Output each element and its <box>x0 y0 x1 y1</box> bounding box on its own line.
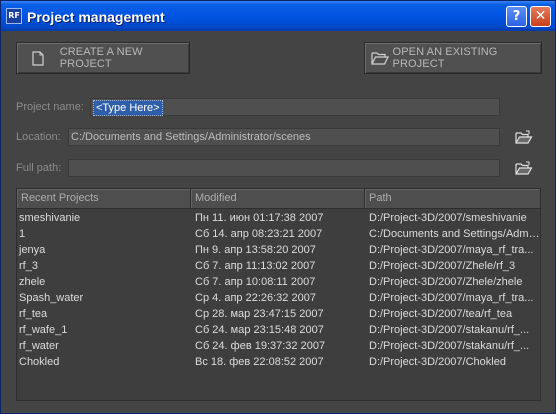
location-input[interactable]: C:/Documents and Settings/Administrator/… <box>68 128 500 146</box>
project-name-value: <Type Here> <box>93 100 163 116</box>
project-name-cell: rf_3 <box>19 260 38 272</box>
modified-cell: Ср 28. мар 23:47:15 2007 <box>195 308 324 320</box>
open-project-label: OPEN AN EXISTING PROJECT <box>392 46 498 70</box>
modified-cell: Сб 7. апр 10:08:11 2007 <box>195 276 316 288</box>
create-project-label: CREATE A NEW PROJECT <box>59 46 143 70</box>
table-body: smeshivanie Пн 11. июн 01:17:38 2007 D:/Pr… <box>17 210 540 370</box>
column-header-path[interactable]: Path <box>365 189 540 209</box>
close-button[interactable]: ✕ <box>530 6 551 27</box>
table-row[interactable]: rf_water Сб 24. фев 19:37:32 2007 D:/Proje… <box>17 338 540 354</box>
path-cell: D:/Project-3D/2007/smeshivanie <box>369 212 527 224</box>
full-path-input[interactable] <box>68 159 500 177</box>
open-project-button[interactable]: OPEN AN EXISTING PROJECT <box>364 42 542 74</box>
modified-cell: Сб 24. мар 23:15:48 2007 <box>195 324 324 336</box>
modified-cell: Пн 11. июн 01:17:38 2007 <box>195 212 324 224</box>
modified-cell: Ср 4. апр 22:26:32 2007 <box>195 292 316 304</box>
project-name-input[interactable]: <Type Here> <box>90 98 500 116</box>
project-name-cell: rf_wafe_1 <box>19 324 68 336</box>
column-header-modified[interactable]: Modified <box>191 189 365 209</box>
modified-cell: Сб 14. апр 08:23:21 2007 <box>195 228 323 240</box>
path-cell: C:/Documents and Settings/Admi... <box>369 228 540 240</box>
app-icon: RF <box>6 8 22 24</box>
column-header-recent-projects[interactable]: Recent Projects <box>17 189 191 209</box>
table-row[interactable]: smeshivanie Пн 11. июн 01:17:38 2007 D:/Pr… <box>17 210 540 226</box>
table-row[interactable]: 1 Сб 14. апр 08:23:21 2007 C:/Documents an… <box>17 226 540 242</box>
path-cell: D:/Project-3D/2007/Zhele/zhele <box>369 276 523 288</box>
path-cell: D:/Project-3D/2007/maya_rf_tra... <box>369 292 534 304</box>
path-cell: D:/Project-3D/2007/Zhele/rf_3 <box>369 260 516 272</box>
open-folder-icon <box>371 49 390 67</box>
path-cell: D:/Project-3D/2007/maya_rf_tra... <box>369 244 534 256</box>
path-cell: D:/Project-3D/2007/stakanu/rf_... <box>369 340 530 352</box>
location-label: Location: <box>16 131 61 143</box>
project-name-label: Project name: <box>16 101 84 113</box>
table-row[interactable]: rf_3 Сб 7. апр 11:13:02 2007 D:/Project-3D… <box>17 258 540 274</box>
title-bar[interactable]: RF Project management ? ✕ <box>1 1 555 31</box>
table-row[interactable]: Spash_water Ср 4. апр 22:26:32 2007 D:/Pro… <box>17 290 540 306</box>
modified-cell: Сб 24. фев 19:37:32 2007 <box>195 340 326 352</box>
modified-cell: Сб 7. апр 11:13:02 2007 <box>195 260 316 272</box>
table-row[interactable]: rf_wafe_1 Сб 24. мар 23:15:48 2007 D:/Proj… <box>17 322 540 338</box>
location-browse-button[interactable] <box>514 128 534 146</box>
table-header: Recent Projects Modified Path <box>17 189 540 209</box>
project-name-cell: zhele <box>19 276 46 288</box>
modified-cell: Пн 9. апр 13:58:20 2007 <box>195 244 316 256</box>
folder-browse-icon <box>515 130 533 144</box>
table-row[interactable]: jenya Пн 9. апр 13:58:20 2007 D:/Project-3… <box>17 242 540 258</box>
project-name-cell: smeshivanie <box>19 212 81 224</box>
project-name-cell: jenya <box>19 244 46 256</box>
new-document-icon <box>29 49 48 67</box>
project-name-cell: rf_water <box>19 340 59 352</box>
project-name-cell: Chokled <box>19 356 60 368</box>
full-path-label: Full path: <box>16 162 62 174</box>
path-cell: D:/Project-3D/2007/Chokled <box>369 356 506 368</box>
folder-browse-icon <box>515 161 533 175</box>
create-project-button[interactable]: CREATE A NEW PROJECT <box>16 42 190 74</box>
full-path-browse-button[interactable] <box>514 159 534 177</box>
help-button[interactable]: ? <box>506 6 527 27</box>
project-name-cell: Spash_water <box>19 292 84 304</box>
project-management-dialog: RF Project management ? ✕ CREATE A NEW P… <box>0 0 556 414</box>
table-row[interactable]: rf_tea Ср 28. мар 23:47:15 2007 D:/Project… <box>17 306 540 322</box>
table-row[interactable]: Chokled Вс 18. фев 22:08:52 2007 D:/Projec… <box>17 354 540 370</box>
path-cell: D:/Project-3D/2007/stakanu/rf_... <box>369 324 530 336</box>
table-row[interactable]: zhele Сб 7. апр 10:08:11 2007 D:/Project-3… <box>17 274 540 290</box>
path-cell: D:/Project-3D/2007/tea/rf_tea <box>369 308 513 320</box>
recent-projects-table: Recent Projects Modified Path smeshivani… <box>16 188 541 401</box>
project-name-cell: 1 <box>19 228 26 240</box>
modified-cell: Вс 18. фев 22:08:52 2007 <box>195 356 324 368</box>
window-title: Project management <box>27 9 165 25</box>
dialog-body: CREATE A NEW PROJECT OPEN AN EXISTING PR… <box>4 31 552 411</box>
project-name-cell: rf_tea <box>19 308 48 320</box>
